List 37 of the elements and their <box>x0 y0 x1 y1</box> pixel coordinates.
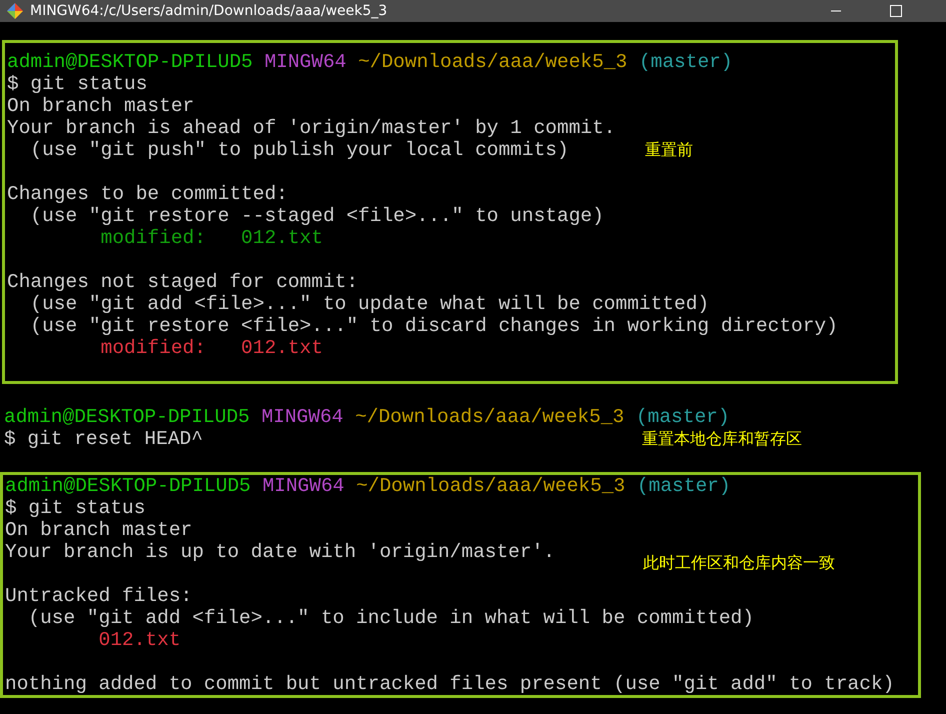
prompt-user: admin@DESKTOP-DPILUD5 <box>4 406 250 428</box>
terminal-text: Untracked files: <box>5 585 192 607</box>
unstaged-file: 012.txt <box>98 629 181 651</box>
window-title: MINGW64:/c/Users/admin/Downloads/aaa/week5_3 <box>30 3 388 19</box>
terminal-text: (use "git add <file>..." to update what will be committed) <box>29 293 710 315</box>
prompt-path: ~/Downloads/aaa/week5_3 <box>356 475 626 497</box>
prompt-branch: (master) <box>636 475 731 497</box>
terminal-text: Your branch is up to date with 'origin/master'. <box>5 541 555 563</box>
annotation: 重置本地仓库和暂存区 <box>642 428 802 450</box>
terminal-text: (use "git restore --staged <file>..." to unstage) <box>29 205 604 227</box>
prompt-branch: (master) <box>636 406 730 428</box>
terminal-text: (use "git restore <file>..." to discard changes in working directory) <box>29 315 838 337</box>
prompt-shell: MINGW64 <box>261 406 344 428</box>
annotation: 此时工作区和仓库内容一致 <box>643 552 835 574</box>
staged-file: modified: 012.txt <box>100 227 323 249</box>
terminal-text: $ git status <box>7 73 148 95</box>
maximize-icon <box>890 5 902 17</box>
unstaged-file: modified: 012.txt <box>100 337 323 359</box>
terminal-text: Your branch is ahead of 'origin/master' by 1 commit. <box>7 117 616 139</box>
prompt-user: admin@DESKTOP-DPILUD5 <box>7 51 253 73</box>
prompt-path: ~/Downloads/aaa/week5_3 <box>358 51 628 73</box>
app-icon <box>6 2 24 20</box>
terminal-text: On branch master <box>7 95 194 117</box>
terminal-text: Changes not staged for commit: <box>7 271 358 293</box>
prompt-path: ~/Downloads/aaa/week5_3 <box>355 406 624 428</box>
terminal-text: Changes to be committed: <box>7 183 288 205</box>
terminal-text: $ git reset HEAD^ <box>4 428 203 450</box>
terminal-text: (use "git add <file>..." to include in what will be committed) <box>27 607 754 629</box>
terminal-text: $ git status <box>5 497 146 519</box>
prompt-branch: (master) <box>638 51 733 73</box>
annotation: 重置前 <box>645 139 693 161</box>
terminal-text: (use "git push" to publish your local commits) <box>29 139 569 161</box>
prompt-shell: MINGW64 <box>264 51 346 73</box>
prompt-shell: MINGW64 <box>262 475 344 497</box>
terminal-text: nothing added to commit but untracked files present (use "git add" to track) <box>5 673 894 695</box>
prompt-user: admin@DESKTOP-DPILUD5 <box>5 475 251 497</box>
terminal-text: On branch master <box>5 519 192 541</box>
